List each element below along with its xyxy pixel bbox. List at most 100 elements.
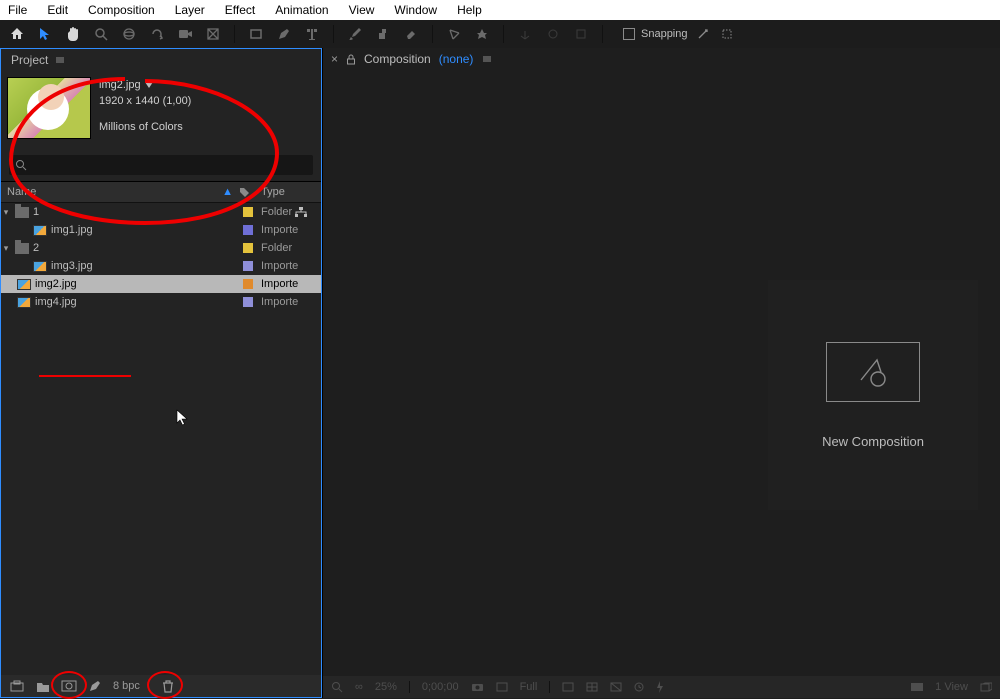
composition-panel: × Composition (none) New Composition ∞ 2… [322,48,1000,698]
workspace: Project img2.jpg 1920 x 1440 (1,00) Mill… [0,48,1000,698]
menu-animation[interactable]: Animation [265,1,338,19]
project-row-folder-2[interactable]: ▾2 Folder [1,239,321,257]
pen-tool-icon[interactable] [275,25,293,43]
foot-mask-icon[interactable] [610,682,622,692]
bpc-label[interactable]: 8 bpc [113,680,140,692]
trash-icon[interactable] [160,679,176,693]
panel-menu-icon[interactable] [481,54,493,64]
preview-dimensions: 1920 x 1440 (1,00) [99,95,191,107]
new-composition-icon[interactable] [61,679,77,693]
menu-composition[interactable]: Composition [78,1,165,19]
project-row-img4[interactable]: img4.jpg Importe [1,293,321,311]
menu-edit[interactable]: Edit [37,1,78,19]
foot-camera-icon[interactable] [471,682,484,692]
annotation-underline [39,374,131,377]
cursor-icon [176,409,190,427]
project-rows: ▾1 Folder img1.jpg Importe ▾2 Folder img… [1,203,321,311]
composition-tab-label: Composition [364,52,431,66]
menu-help[interactable]: Help [447,1,492,19]
rotate-tool-icon[interactable] [148,25,166,43]
project-panel: Project img2.jpg 1920 x 1440 (1,00) Mill… [0,48,322,698]
preview-area: img2.jpg 1920 x 1440 (1,00) Millions of … [1,71,321,149]
zoom-tool-icon[interactable] [92,25,110,43]
local-axis-icon[interactable] [516,25,534,43]
foot-res[interactable]: Full [520,681,538,693]
interpret-footage-icon[interactable] [9,679,25,693]
orbit-tool-icon[interactable] [120,25,138,43]
snapping-checkbox[interactable] [623,28,635,40]
col-tag-icon[interactable] [239,187,257,198]
project-row-img2[interactable]: img2.jpg Importe [1,275,321,293]
preview-thumbnail[interactable] [7,77,91,139]
color-swatch[interactable] [243,225,253,235]
color-swatch[interactable] [243,261,253,271]
folder-icon [15,207,29,218]
color-swatch[interactable] [243,297,253,307]
project-tab-label: Project [11,53,48,67]
preview-filename: img2.jpg [99,79,141,91]
project-row-img1[interactable]: img1.jpg Importe [1,221,321,239]
foot-flash-icon[interactable] [656,681,664,693]
toolbar: Snapping [0,20,1000,49]
image-icon [17,279,31,290]
home-icon[interactable] [8,25,26,43]
foot-guides-icon[interactable] [586,682,598,692]
col-type-label[interactable]: Type [257,186,321,198]
brush-tool-icon[interactable] [346,25,364,43]
lock-icon[interactable] [346,54,356,65]
project-tab[interactable]: Project [1,49,321,71]
pan-behind-tool-icon[interactable] [204,25,222,43]
foot-region-icon[interactable] [496,682,508,692]
menu-effect[interactable]: Effect [215,1,265,19]
col-name-label[interactable]: Name [7,186,36,198]
puppet-tool-icon[interactable] [473,25,491,43]
selection-tool-icon[interactable] [36,25,54,43]
project-table-header: Name ▲ Type [1,181,321,203]
camera-tool-icon[interactable] [176,25,194,43]
eraser-tool-icon[interactable] [402,25,420,43]
rectangle-tool-icon[interactable] [247,25,265,43]
close-tab-icon[interactable]: × [331,52,338,66]
roto-tool-icon[interactable] [445,25,463,43]
world-axis-icon[interactable] [544,25,562,43]
foot-zoom[interactable]: 25% [375,681,397,693]
foot-time-icon[interactable] [634,682,644,692]
foot-3d-icon[interactable] [980,682,992,692]
project-row-folder-1[interactable]: ▾1 Folder [1,203,321,221]
snap-ext1-icon[interactable] [694,25,712,43]
menu-layer[interactable]: Layer [165,1,215,19]
foot-magnify-icon[interactable] [331,681,343,693]
foot-chain-icon[interactable]: ∞ [355,681,363,693]
adjustment-layer-icon[interactable] [87,679,103,693]
image-icon [17,297,31,308]
chevron-down-icon[interactable] [145,82,153,88]
new-composition-label: New Composition [822,434,924,449]
snapping-label: Snapping [641,28,688,40]
new-composition-placeholder[interactable]: New Composition [768,280,978,510]
foot-view[interactable]: 1 View [935,681,968,693]
type-tool-icon[interactable] [303,25,321,43]
menu-view[interactable]: View [339,1,385,19]
view-axis-icon[interactable] [572,25,590,43]
composition-viewer[interactable]: New Composition [323,70,1000,676]
clone-tool-icon[interactable] [374,25,392,43]
new-folder-icon[interactable] [35,679,51,693]
sort-asc-icon[interactable]: ▲ [222,186,233,198]
folder-icon [15,243,29,254]
project-search[interactable] [9,155,313,175]
snap-ext2-icon[interactable] [718,25,736,43]
foot-grid-icon[interactable] [562,682,574,692]
menu-file[interactable]: File [4,1,37,19]
color-swatch[interactable] [243,243,253,253]
menu-window[interactable]: Window [384,1,447,19]
color-swatch[interactable] [243,207,253,217]
composition-tab[interactable]: × Composition (none) [323,48,1000,70]
flowchart-icon [295,207,307,217]
project-row-img3[interactable]: img3.jpg Importe [1,257,321,275]
composition-footer: ∞ 25% 0;00;00 Full 1 View [323,676,1000,698]
foot-timecode[interactable]: 0;00;00 [422,681,459,693]
foot-exposure-icon[interactable] [911,683,923,691]
hand-tool-icon[interactable] [64,25,82,43]
menu-bar: File Edit Composition Layer Effect Anima… [0,0,1000,20]
color-swatch[interactable] [243,279,253,289]
